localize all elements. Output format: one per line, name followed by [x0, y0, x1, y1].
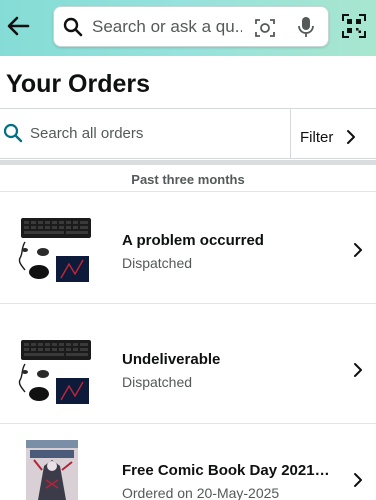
order-row[interactable]: Free Comic Book Day 2021:... Ordered on …: [0, 424, 376, 500]
camera-scan-icon[interactable]: [254, 17, 276, 39]
search-bar[interactable]: Search or ask a qu...: [53, 6, 329, 47]
comic-book-cover-image: [26, 440, 78, 500]
orders-search-input[interactable]: Search all orders: [30, 125, 143, 142]
order-status: Dispatched: [122, 255, 193, 271]
order-status: Dispatched: [122, 374, 193, 390]
search-icon: [3, 123, 23, 143]
keyboard-mouse-set-image: [18, 340, 91, 404]
microphone-icon[interactable]: [296, 15, 316, 39]
order-title: Undeliverable: [122, 351, 221, 368]
orders-search-row: Search all orders Filter: [0, 108, 376, 159]
search-input[interactable]: Search or ask a qu...: [92, 17, 242, 37]
search-icon: [63, 17, 83, 37]
divider: [290, 109, 291, 159]
chevron-right-icon[interactable]: [352, 242, 364, 258]
back-arrow-icon[interactable]: [4, 12, 32, 40]
order-status: Ordered on 20-May-2025: [122, 485, 280, 500]
chevron-right-icon[interactable]: [352, 472, 364, 488]
chevron-right-icon[interactable]: [345, 129, 357, 145]
section-header: Past three months: [0, 166, 376, 192]
qr-code-scanner-icon[interactable]: [342, 14, 366, 38]
order-title: A problem occurred: [122, 232, 264, 249]
order-row[interactable]: Undeliverable Dispatched: [0, 304, 376, 424]
keyboard-mouse-set-image: [18, 218, 91, 282]
top-bar: Search or ask a qu...: [0, 0, 376, 56]
section-divider: [0, 160, 376, 165]
order-row[interactable]: A problem occurred Dispatched: [0, 192, 376, 304]
order-title: Free Comic Book Day 2021:...: [122, 462, 332, 479]
filter-button[interactable]: Filter: [300, 129, 333, 146]
chevron-right-icon[interactable]: [352, 362, 364, 378]
page-title: Your Orders: [6, 70, 151, 98]
